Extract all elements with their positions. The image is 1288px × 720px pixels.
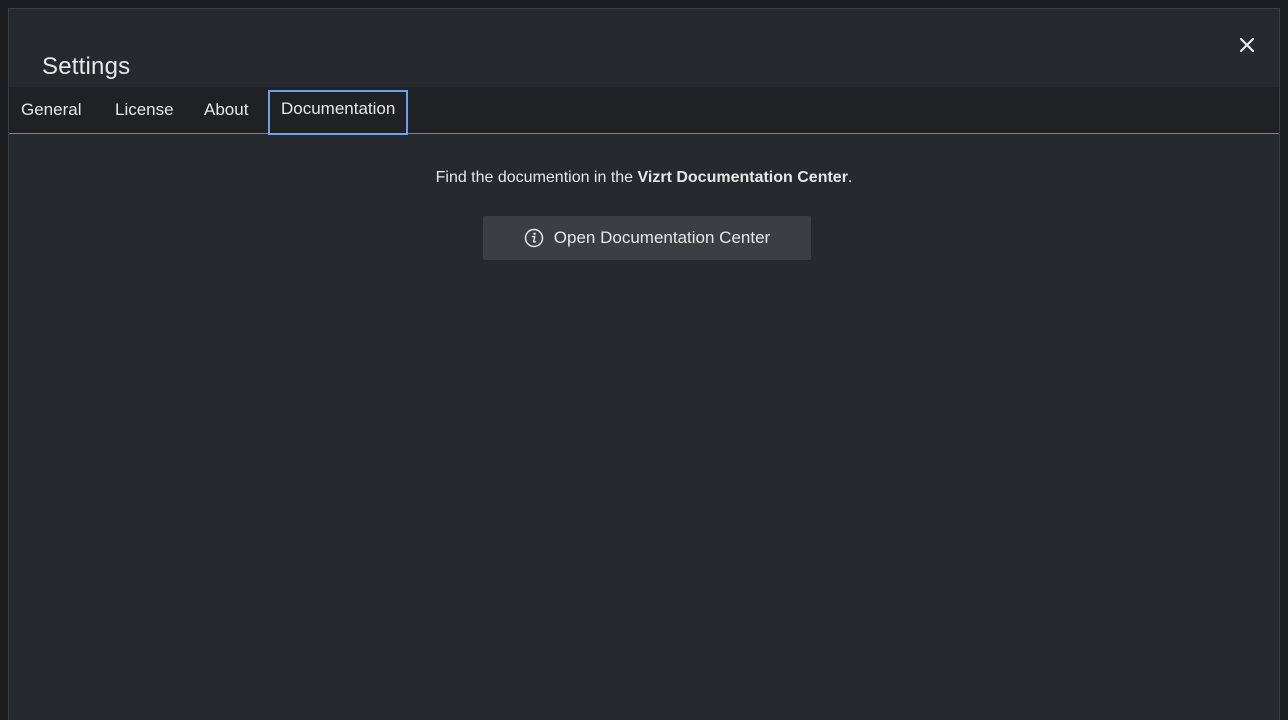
info-text-suffix: .	[847, 169, 853, 186]
documentation-panel: Find the documention in the Vizrt Docume…	[9, 134, 1279, 720]
tab-documentation[interactable]: Documentation	[268, 90, 409, 135]
close-icon[interactable]	[1237, 35, 1257, 55]
documentation-info-text: Find the documention in the Vizrt Docume…	[9, 169, 1279, 187]
settings-dialog: Settings General License About Documenta…	[8, 8, 1280, 720]
info-icon	[524, 228, 544, 248]
info-text-prefix: Find the documention in the	[435, 169, 638, 186]
open-documentation-center-label: Open Documentation Center	[553, 228, 771, 247]
tab-about[interactable]: About	[204, 91, 248, 129]
dialog-title: Settings	[42, 53, 131, 80]
tab-general[interactable]: General	[21, 91, 81, 129]
documentation-center-name: Vizrt Documentation Center	[637, 169, 848, 186]
title-bar: Settings	[9, 9, 1279, 87]
open-documentation-center-button[interactable]: Open Documentation Center	[483, 216, 811, 260]
tab-bar: General License About Documentation	[9, 87, 1279, 135]
tab-license[interactable]: License	[115, 91, 174, 129]
